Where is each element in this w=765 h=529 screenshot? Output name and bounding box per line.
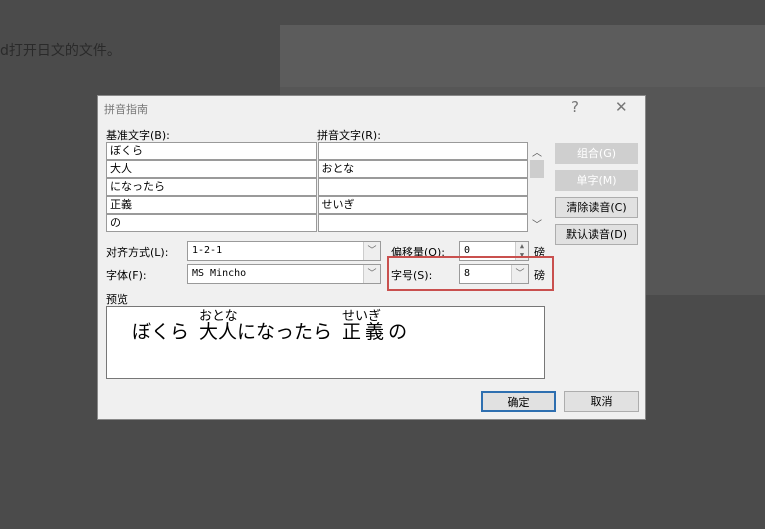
preview-base: ぼくら: [132, 321, 190, 343]
alignment-select[interactable]: 1-2-1 ﹀: [187, 241, 381, 261]
font-value: MS Mincho: [192, 268, 247, 279]
offset-value: 0: [464, 245, 471, 256]
grid-row: 大人 おとな: [106, 160, 529, 178]
grid-scrollbar[interactable]: ︿ ﹀: [530, 142, 544, 232]
preview-ruby: せいぎ: [342, 309, 382, 324]
ruby-text-field[interactable]: [317, 142, 528, 160]
scroll-up-icon[interactable]: ︿: [532, 144, 542, 159]
preview-label: 预览: [106, 293, 128, 306]
ok-button[interactable]: 确定: [481, 391, 556, 412]
base-text-field[interactable]: になったら: [106, 178, 317, 196]
ruby-text-field[interactable]: [317, 214, 528, 232]
highlight-box: [387, 256, 554, 291]
mono-button[interactable]: 单字(M): [555, 170, 638, 191]
ruby-text-field[interactable]: [317, 178, 528, 196]
default-reading-button[interactable]: 默认读音(D): [555, 224, 638, 245]
instruction-text: d打开日文的文件。: [0, 43, 121, 59]
close-button[interactable]: ✕: [615, 98, 628, 116]
scroll-down-icon[interactable]: ﹀: [532, 216, 542, 231]
base-text-field[interactable]: 正義: [106, 196, 317, 214]
chevron-down-icon: ﹀: [363, 265, 380, 283]
cancel-button[interactable]: 取消: [564, 391, 639, 412]
text-grid: ぼくら 大人 おとな になったら 正義 せいぎ の: [106, 142, 529, 232]
preview-box: ぼくら おとな 大人 になったら せいぎ 正義 の: [106, 306, 545, 379]
chevron-down-icon: ﹀: [363, 242, 380, 260]
grid-row: 正義 せいぎ: [106, 196, 529, 214]
ruby-text-field[interactable]: せいぎ: [317, 196, 528, 214]
font-select[interactable]: MS Mincho ﹀: [187, 264, 381, 284]
base-text-field[interactable]: 大人: [106, 160, 317, 178]
preview-segment: の: [388, 317, 407, 344]
font-label: 字体(F):: [106, 269, 147, 282]
scroll-thumb[interactable]: [530, 160, 544, 178]
preview-ruby: おとな: [199, 309, 238, 324]
phonetic-guide-dialog: 拼音指南 ? ✕ 基准文字(B): 拼音文字(R): ぼくら 大人 おとな になっ…: [97, 95, 646, 420]
preview-segment: になったら: [237, 317, 332, 344]
dialog-title: 拼音指南: [104, 103, 148, 116]
grid-row: になったら: [106, 178, 529, 196]
group-button[interactable]: 组合(G): [555, 143, 638, 164]
alignment-value: 1-2-1: [192, 245, 223, 256]
help-button[interactable]: ?: [571, 98, 579, 116]
ruby-text-label: 拼音文字(R):: [317, 129, 381, 142]
preview-base: 正義: [342, 321, 389, 343]
ribbon: [280, 25, 765, 87]
preview-base: の: [388, 321, 408, 343]
preview-base: 大人: [199, 321, 238, 343]
base-text-field[interactable]: の: [106, 214, 317, 232]
preview-base: になったら: [237, 321, 333, 343]
base-text-field[interactable]: ぼくら: [106, 142, 317, 160]
preview-segment: おとな 大人: [199, 309, 238, 344]
base-text-label: 基准文字(B):: [106, 129, 170, 142]
preview-segment: せいぎ 正義: [342, 309, 389, 344]
grid-row: ぼくら: [106, 142, 529, 160]
clear-reading-button[interactable]: 清除读音(C): [555, 197, 638, 218]
preview-segment: ぼくら: [132, 317, 189, 344]
alignment-label: 对齐方式(L):: [106, 246, 169, 259]
ruby-text-field[interactable]: おとな: [317, 160, 528, 178]
grid-row: の: [106, 214, 529, 232]
